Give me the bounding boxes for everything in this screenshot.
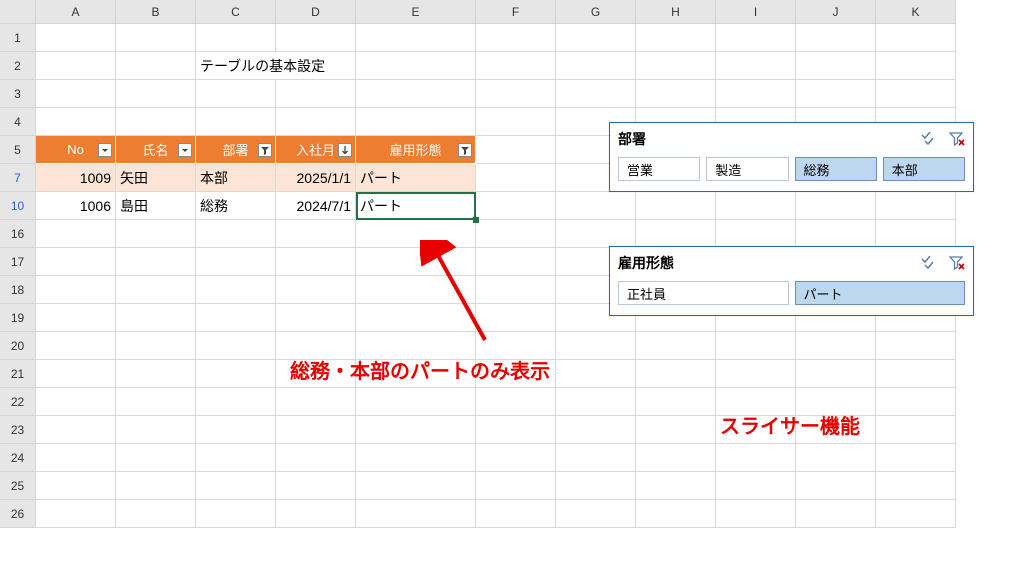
col-head-I[interactable]: I bbox=[716, 0, 796, 24]
table-header-label: 氏名 bbox=[142, 140, 168, 159]
cell-name[interactable]: 矢田 bbox=[116, 164, 196, 192]
filter-button[interactable] bbox=[257, 142, 273, 158]
column-header-bar: ABCDEFGHIJK bbox=[0, 0, 956, 24]
multiselect-icon[interactable] bbox=[921, 132, 939, 146]
filter-button[interactable] bbox=[97, 142, 113, 158]
table-header-label: 部署 bbox=[222, 140, 248, 159]
col-head-B[interactable]: B bbox=[116, 0, 196, 24]
row-head-18[interactable]: 18 bbox=[0, 276, 36, 304]
fill-handle[interactable] bbox=[473, 217, 479, 223]
table-header-label: 入社月 bbox=[296, 140, 335, 159]
table-header-2[interactable]: 部署 bbox=[196, 136, 276, 164]
row-head-4[interactable]: 4 bbox=[0, 108, 36, 136]
cell-no[interactable]: 1006 bbox=[36, 192, 116, 220]
col-head-E[interactable]: E bbox=[356, 0, 476, 24]
grid-row-23 bbox=[36, 416, 956, 444]
col-head-C[interactable]: C bbox=[196, 0, 276, 24]
grid-row-1 bbox=[36, 24, 956, 52]
row-head-10[interactable]: 10 bbox=[0, 192, 36, 220]
row-head-26[interactable]: 26 bbox=[0, 500, 36, 528]
row-head-19[interactable]: 19 bbox=[0, 304, 36, 332]
slicer-emp-item-0[interactable]: 正社員 bbox=[618, 281, 789, 305]
slicer-emp-item-1[interactable]: パート bbox=[795, 281, 966, 305]
cell-dept[interactable]: 本部 bbox=[196, 164, 276, 192]
cell-emp[interactable]: パート bbox=[356, 192, 476, 220]
filter-button[interactable] bbox=[457, 142, 473, 158]
row-head-20[interactable]: 20 bbox=[0, 332, 36, 360]
cell-name[interactable]: 島田 bbox=[116, 192, 196, 220]
row-head-23[interactable]: 23 bbox=[0, 416, 36, 444]
slicer-dept-item-2[interactable]: 総務 bbox=[795, 157, 877, 181]
row-head-17[interactable]: 17 bbox=[0, 248, 36, 276]
grid-row-20 bbox=[36, 332, 956, 360]
slicer-dept-item-3[interactable]: 本部 bbox=[883, 157, 965, 181]
table-header-3[interactable]: 入社月 bbox=[276, 136, 356, 164]
grid-row-21 bbox=[36, 360, 956, 388]
clear-filter-icon[interactable] bbox=[949, 256, 965, 270]
cell-hired[interactable]: 2024/7/1 bbox=[276, 192, 356, 220]
row-head-7[interactable]: 7 bbox=[0, 164, 36, 192]
row-head-21[interactable]: 21 bbox=[0, 360, 36, 388]
slicer-emp-header[interactable]: 雇用形態 bbox=[610, 247, 973, 277]
grid-row-26 bbox=[36, 500, 956, 528]
col-head-D[interactable]: D bbox=[276, 0, 356, 24]
grid-row-10: 1006島田総務2024/7/1パート bbox=[36, 192, 956, 220]
grid-row-25 bbox=[36, 472, 956, 500]
filter-button[interactable] bbox=[177, 142, 193, 158]
grid-row-22 bbox=[36, 388, 956, 416]
row-head-2[interactable]: 2 bbox=[0, 52, 36, 80]
row-head-22[interactable]: 22 bbox=[0, 388, 36, 416]
slicer-dept-title: 部署 bbox=[618, 129, 921, 149]
row-head-24[interactable]: 24 bbox=[0, 444, 36, 472]
col-head-F[interactable]: F bbox=[476, 0, 556, 24]
cell-no[interactable]: 1009 bbox=[36, 164, 116, 192]
slicer-dept-item-1[interactable]: 製造 bbox=[706, 157, 788, 181]
cell-dept[interactable]: 総務 bbox=[196, 192, 276, 220]
grid-row-2: テーブルの基本設定 bbox=[36, 52, 956, 80]
cell-emp[interactable]: パート bbox=[356, 164, 476, 192]
row-header-bar: 123457101617181920212223242526 bbox=[0, 24, 36, 528]
grid-row-3 bbox=[36, 80, 956, 108]
multiselect-icon[interactable] bbox=[921, 256, 939, 270]
table-header-1[interactable]: 氏名 bbox=[116, 136, 196, 164]
filter-button[interactable] bbox=[337, 142, 353, 158]
slicer-dept-item-0[interactable]: 営業 bbox=[618, 157, 700, 181]
grid-row-24 bbox=[36, 444, 956, 472]
slicer-dept-header[interactable]: 部署 bbox=[610, 123, 973, 153]
slicer-dept[interactable]: 部署 営業製造総務本部 bbox=[609, 122, 974, 192]
slicer-emp-title: 雇用形態 bbox=[618, 253, 921, 273]
slicer-dept-body: 営業製造総務本部 bbox=[610, 153, 973, 191]
row-head-3[interactable]: 3 bbox=[0, 80, 36, 108]
clear-filter-icon[interactable] bbox=[949, 132, 965, 146]
select-all-corner[interactable] bbox=[0, 0, 36, 24]
row-head-1[interactable]: 1 bbox=[0, 24, 36, 52]
table-header-label: No bbox=[67, 142, 84, 157]
table-header-4[interactable]: 雇用形態 bbox=[356, 136, 476, 164]
table-header-0[interactable]: No bbox=[36, 136, 116, 164]
title-cell[interactable]: テーブルの基本設定 bbox=[196, 52, 356, 80]
slicer-emp[interactable]: 雇用形態 正社員パート bbox=[609, 246, 974, 316]
grid-row-16 bbox=[36, 220, 956, 248]
col-head-J[interactable]: J bbox=[796, 0, 876, 24]
row-head-16[interactable]: 16 bbox=[0, 220, 36, 248]
cell-hired[interactable]: 2025/1/1 bbox=[276, 164, 356, 192]
slicer-emp-body: 正社員パート bbox=[610, 277, 973, 315]
col-head-H[interactable]: H bbox=[636, 0, 716, 24]
col-head-G[interactable]: G bbox=[556, 0, 636, 24]
col-head-K[interactable]: K bbox=[876, 0, 956, 24]
col-head-A[interactable]: A bbox=[36, 0, 116, 24]
table-header-label: 雇用形態 bbox=[389, 140, 441, 159]
row-head-25[interactable]: 25 bbox=[0, 472, 36, 500]
row-head-5[interactable]: 5 bbox=[0, 136, 36, 164]
